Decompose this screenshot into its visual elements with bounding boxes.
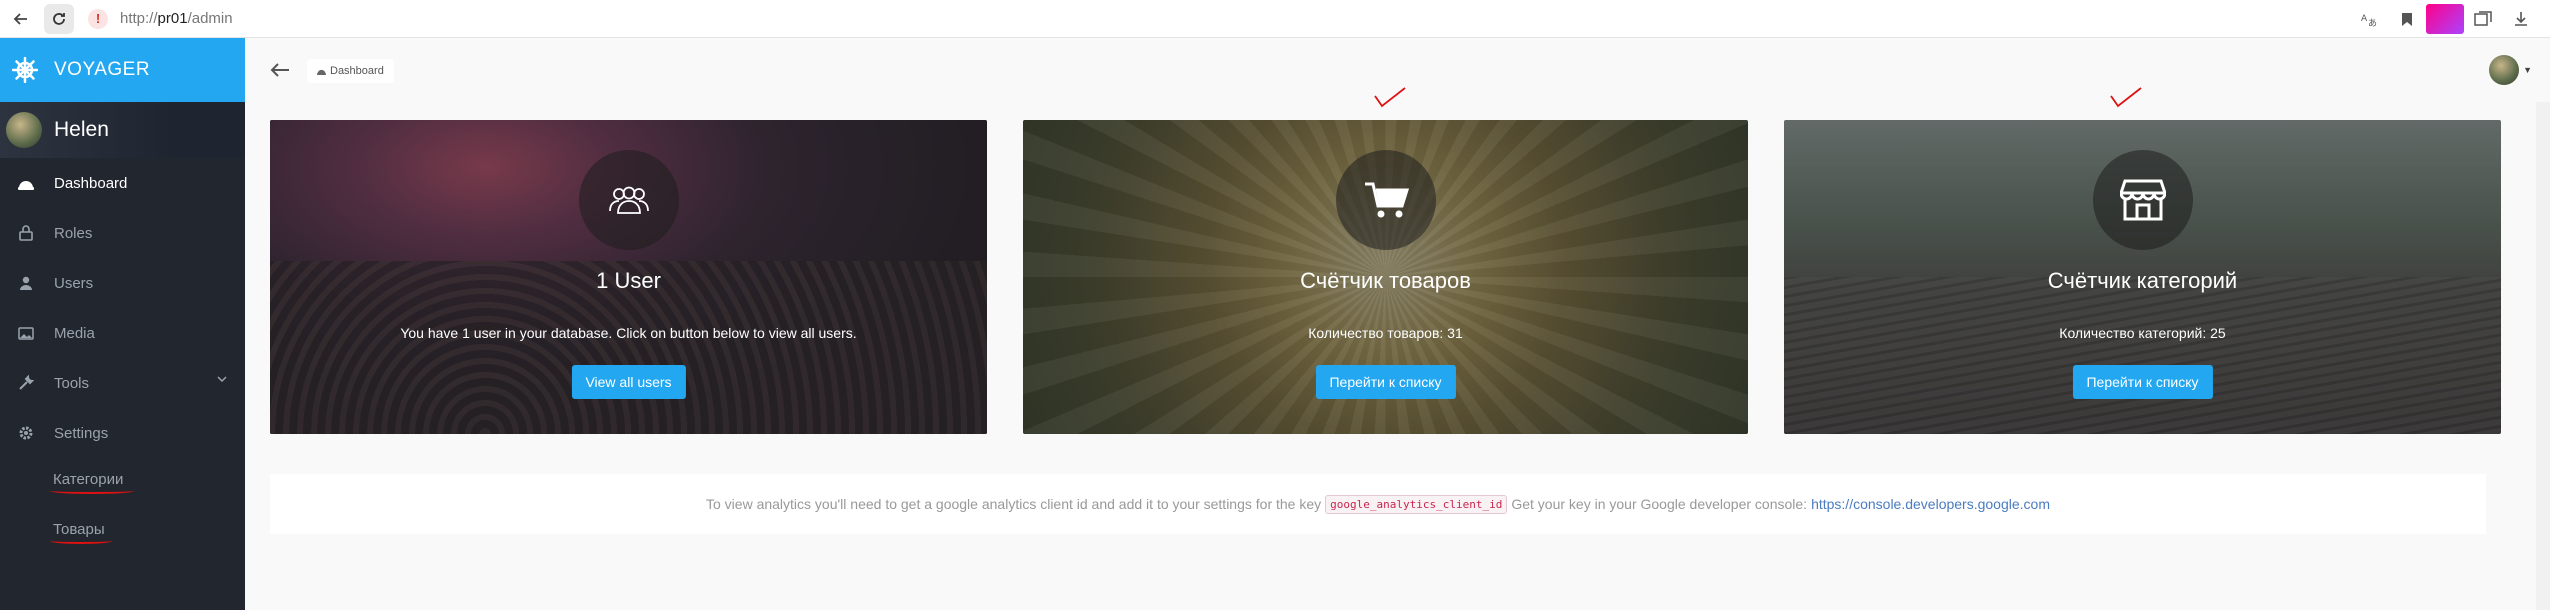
brand-name: VOYAGER [54, 59, 151, 80]
chevron-down-icon [217, 376, 227, 382]
red-underline-annotation [50, 538, 112, 544]
card-title: 1 User [596, 268, 661, 293]
users-widget: 1 User You have 1 user in your database.… [270, 120, 987, 434]
users-icon [578, 150, 679, 250]
sidebar: VOYAGER Helen Dashboard Roles Users Medi… [0, 38, 245, 610]
browser-toolbar: ! http://pr01/admin Aあ [0, 0, 2550, 38]
person-icon [16, 273, 36, 293]
svg-text:あ: あ [2368, 18, 2377, 27]
card-description: Количество товаров: 31 [1308, 325, 1463, 341]
analytics-notice: To view analytics you'll need to get a g… [270, 474, 2486, 534]
products-list-button[interactable]: Перейти к списку [1315, 365, 1456, 399]
back-arrow-icon[interactable] [267, 57, 293, 83]
extension-icon[interactable] [2426, 4, 2464, 34]
dashboard-icon [317, 69, 326, 75]
not-secure-warning-icon[interactable]: ! [88, 8, 108, 29]
card-title: Счётчик категорий [2047, 268, 2238, 293]
download-icon[interactable] [2502, 4, 2540, 34]
sidebar-item-tools[interactable]: Tools [0, 358, 245, 408]
ship-wheel-icon [12, 57, 38, 83]
products-widget: Счётчик товаров Количество товаров: 31 П… [1023, 120, 1748, 434]
caret-down-icon: ▼ [2523, 65, 2532, 75]
card-description: Количество категорий: 25 [2059, 325, 2226, 341]
breadcrumb-label: Dashboard [330, 65, 384, 77]
avatar [6, 112, 42, 148]
sidebar-item-label: Roles [54, 224, 93, 242]
bookmark-icon[interactable] [2388, 4, 2426, 34]
google-console-link[interactable]: https://console.developers.google.com [1811, 496, 2050, 512]
sidebar-item-users[interactable]: Users [0, 258, 245, 308]
reload-icon[interactable] [44, 3, 74, 34]
analytics-key-code: google_analytics_client_id [1325, 494, 1508, 514]
sidebar-item-label: Категории [53, 470, 124, 488]
sidebar-item-categories[interactable]: Категории [0, 454, 245, 504]
card-title: Счётчик товаров [1300, 268, 1471, 293]
sidebar-item-dashboard[interactable]: Dashboard [0, 158, 245, 208]
brand-bar[interactable]: VOYAGER [0, 38, 245, 102]
breadcrumb[interactable]: Dashboard [307, 59, 394, 83]
sidebar-item-label: Товары [53, 520, 105, 538]
address-bar[interactable]: ! http://pr01/admin [88, 8, 233, 29]
sidebar-item-label: Dashboard [54, 174, 128, 192]
red-underline-annotation [50, 488, 134, 494]
avatar [2489, 55, 2520, 85]
translate-icon[interactable]: Aあ [2350, 4, 2388, 34]
user-name: Helen [54, 118, 109, 141]
categories-list-button[interactable]: Перейти к списку [2072, 365, 2213, 399]
view-all-users-button[interactable]: View all users [571, 365, 686, 399]
sidebar-item-roles[interactable]: Roles [0, 208, 245, 258]
lock-icon [16, 223, 36, 243]
collections-icon[interactable] [2464, 4, 2502, 34]
sidebar-item-label: Settings [54, 424, 109, 442]
categories-widget: Счётчик категорий Количество категорий: … [1784, 120, 2501, 434]
url-scheme: http:// [120, 10, 158, 27]
cart-icon [1335, 150, 1436, 250]
card-description: You have 1 user in your database. Click … [400, 325, 857, 341]
analytics-text: Get your key in your Google developer co… [1511, 496, 1808, 512]
svg-text:A: A [2361, 14, 2368, 24]
sidebar-item-label: Media [54, 324, 95, 342]
wrench-icon [16, 373, 36, 393]
red-checkmark-annotation [1374, 87, 1406, 108]
sidebar-item-media[interactable]: Media [0, 308, 245, 358]
sidebar-item-settings[interactable]: Settings [0, 408, 245, 458]
store-icon [2092, 150, 2193, 250]
gear-icon [16, 423, 36, 443]
sidebar-item-label: Users [54, 274, 94, 292]
url-path: /admin [187, 10, 233, 27]
sidebar-item-products[interactable]: Товары [0, 504, 245, 554]
sidebar-item-label: Tools [54, 374, 90, 392]
image-icon [16, 323, 36, 343]
back-arrow-icon[interactable] [6, 4, 36, 34]
url-host: pr01 [157, 10, 188, 27]
user-menu[interactable]: ▼ [2489, 55, 2532, 85]
dashboard-icon [16, 173, 36, 193]
sidebar-user[interactable]: Helen [0, 102, 245, 158]
analytics-text: To view analytics you'll need to get a g… [706, 496, 1322, 512]
red-checkmark-annotation [2110, 87, 2142, 108]
scrollbar[interactable] [2536, 102, 2550, 610]
